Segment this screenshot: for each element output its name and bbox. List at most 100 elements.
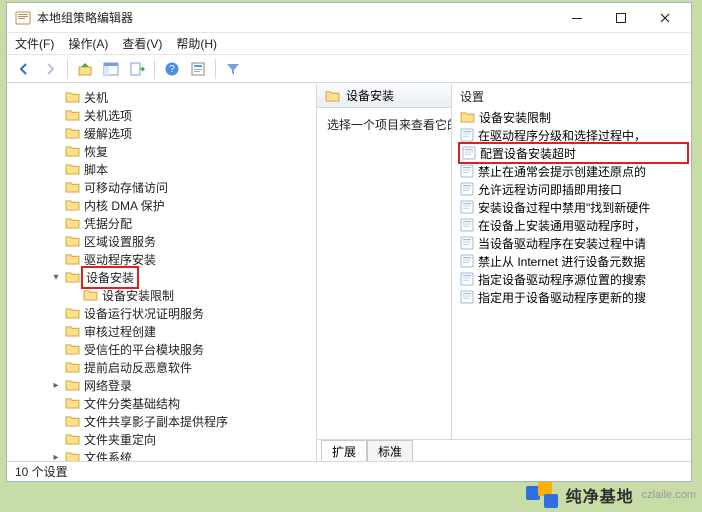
folder-icon [65, 127, 80, 139]
tree-item-label: 设备运行状况证明服务 [84, 305, 204, 322]
setting-item-icon [460, 290, 474, 304]
tree-item-label: 文件分类基础结构 [84, 395, 180, 412]
settings-column-header[interactable]: 设置 [452, 84, 691, 106]
tree-item[interactable]: 文件夹重定向 [7, 430, 316, 448]
expander-icon[interactable]: ▾ [51, 272, 61, 283]
toolbar-separator [67, 59, 68, 79]
tree-item-label: 文件共享影子副本提供程序 [84, 413, 228, 430]
app-icon [15, 10, 31, 26]
settings-item-label: 在设备上安装通用驱动程序时， [478, 217, 646, 234]
settings-item[interactable]: 禁止从 Internet 进行设备元数据 [460, 252, 691, 270]
tree-item[interactable]: ▸网络登录 [7, 376, 316, 394]
tab-extended[interactable]: 扩展 [321, 440, 367, 461]
tree-item-label: 可移动存储访问 [84, 179, 168, 196]
window-title: 本地组策略编辑器 [37, 9, 133, 26]
close-button[interactable] [643, 4, 687, 32]
settings-item[interactable]: 在驱动程序分级和选择过程中， [460, 126, 691, 144]
setting-item-icon [460, 128, 474, 142]
tree-item[interactable]: 脚本 [7, 160, 316, 178]
tree-item[interactable]: 文件分类基础结构 [7, 394, 316, 412]
settings-item[interactable]: 当设备驱动程序在安装过程中请 [460, 234, 691, 252]
show-hide-tree-button[interactable] [100, 58, 122, 80]
folder-icon [65, 109, 80, 121]
folder-icon [65, 199, 80, 211]
tree-item-label: 受信任的平台模块服务 [84, 341, 204, 358]
tree-pane[interactable]: 关机关机选项缓解选项恢复脚本可移动存储访问内核 DMA 保护凭据分配区域设置服务… [7, 84, 317, 461]
svg-text:?: ? [169, 64, 175, 75]
settings-item-label: 禁止在通常会提示创建还原点的 [478, 163, 646, 180]
maximize-button[interactable] [599, 4, 643, 32]
settings-item[interactable]: 禁止在通常会提示创建还原点的 [460, 162, 691, 180]
setting-item-icon [460, 200, 474, 214]
settings-subfolder[interactable]: 设备安装限制 [460, 108, 691, 126]
tree-item[interactable]: ▸ 文件系统 [7, 448, 316, 461]
setting-item-icon [462, 146, 476, 160]
setting-item-icon [460, 182, 474, 196]
menu-view[interactable]: 查看(V) [122, 35, 162, 52]
forward-button[interactable] [39, 58, 61, 80]
tree-item[interactable]: 缓解选项 [7, 124, 316, 142]
settings-item[interactable]: 指定设备驱动程序源位置的搜索 [460, 270, 691, 288]
up-button[interactable] [74, 58, 96, 80]
tree-item[interactable]: ▾ 设备安装 [7, 268, 316, 286]
help-button[interactable]: ? [161, 58, 183, 80]
settings-item-label: 指定设备驱动程序源位置的搜索 [478, 271, 646, 288]
tree-item[interactable]: 文件共享影子副本提供程序 [7, 412, 316, 430]
folder-icon [65, 253, 80, 265]
menubar: 文件(F) 操作(A) 查看(V) 帮助(H) [7, 33, 691, 55]
tree-item[interactable]: 关机选项 [7, 106, 316, 124]
setting-item-icon [460, 254, 474, 268]
tree-item-label: 驱动程序安装 [84, 251, 156, 268]
right-pane: 设备安装 选择一个项目来查看它的描述。 设置 设备安装限制在驱动程序分级和选择过… [317, 84, 691, 461]
tree-item[interactable]: 设备运行状况证明服务 [7, 304, 316, 322]
folder-icon [65, 451, 80, 461]
toolbar-separator [154, 59, 155, 79]
tree-item[interactable]: 驱动程序安装 [7, 250, 316, 268]
tree-item[interactable]: 凭据分配 [7, 214, 316, 232]
tree-item[interactable]: 关机 [7, 88, 316, 106]
properties-button[interactable] [187, 58, 209, 80]
settings-item-label: 当设备驱动程序在安装过程中请 [478, 235, 646, 252]
tree-item[interactable]: 恢复 [7, 142, 316, 160]
settings-list: 设备安装限制在驱动程序分级和选择过程中，配置设备安装超时禁止在通常会提示创建还原… [452, 106, 691, 306]
settings-item-label: 指定用于设备驱动程序更新的搜 [478, 289, 646, 306]
folder-icon [65, 361, 80, 373]
tree-item-label: 缓解选项 [84, 125, 132, 142]
folder-icon [65, 397, 80, 409]
menu-file[interactable]: 文件(F) [15, 35, 54, 52]
minimize-button[interactable] [555, 4, 599, 32]
tree-item-label: 内核 DMA 保护 [84, 197, 165, 214]
expander-icon[interactable]: ▸ [51, 380, 61, 391]
tree-item-label: 设备安装 [84, 269, 136, 286]
statusbar: 10 个设置 [7, 461, 691, 481]
tree-item-label: 设备安装限制 [102, 287, 174, 304]
titlebar: 本地组策略编辑器 [7, 3, 691, 33]
tree-item[interactable]: 提前启动反恶意软件 [7, 358, 316, 376]
tree-item-label: 区域设置服务 [84, 233, 156, 250]
settings-item[interactable]: 指定用于设备驱动程序更新的搜 [460, 288, 691, 306]
tree-item-label: 文件系统 [84, 449, 132, 462]
app-window: 本地组策略编辑器 文件(F) 操作(A) 查看(V) 帮助(H) ? 关机关机选… [6, 2, 692, 482]
setting-item-icon [460, 236, 474, 250]
folder-icon [65, 235, 80, 247]
menu-help[interactable]: 帮助(H) [176, 35, 217, 52]
menu-action[interactable]: 操作(A) [68, 35, 108, 52]
folder-icon [83, 289, 98, 301]
watermark-name: 纯净基地 [566, 483, 634, 507]
settings-item[interactable]: 配置设备安装超时 [460, 144, 687, 162]
export-list-button[interactable] [126, 58, 148, 80]
settings-item-label: 允许远程访问即插即用接口 [478, 181, 622, 198]
tree-item[interactable]: 设备安装限制 [7, 286, 316, 304]
filter-button[interactable] [222, 58, 244, 80]
tree-item[interactable]: 审核过程创建 [7, 322, 316, 340]
settings-item[interactable]: 允许远程访问即插即用接口 [460, 180, 691, 198]
settings-item[interactable]: 安装设备过程中禁用"找到新硬件 [460, 198, 691, 216]
back-button[interactable] [13, 58, 35, 80]
settings-item[interactable]: 在设备上安装通用驱动程序时， [460, 216, 691, 234]
tree-item[interactable]: 可移动存储访问 [7, 178, 316, 196]
tree-item[interactable]: 内核 DMA 保护 [7, 196, 316, 214]
tree-item[interactable]: 受信任的平台模块服务 [7, 340, 316, 358]
expander-icon[interactable]: ▸ [51, 452, 61, 462]
tree-item[interactable]: 区域设置服务 [7, 232, 316, 250]
tab-standard[interactable]: 标准 [367, 440, 413, 461]
